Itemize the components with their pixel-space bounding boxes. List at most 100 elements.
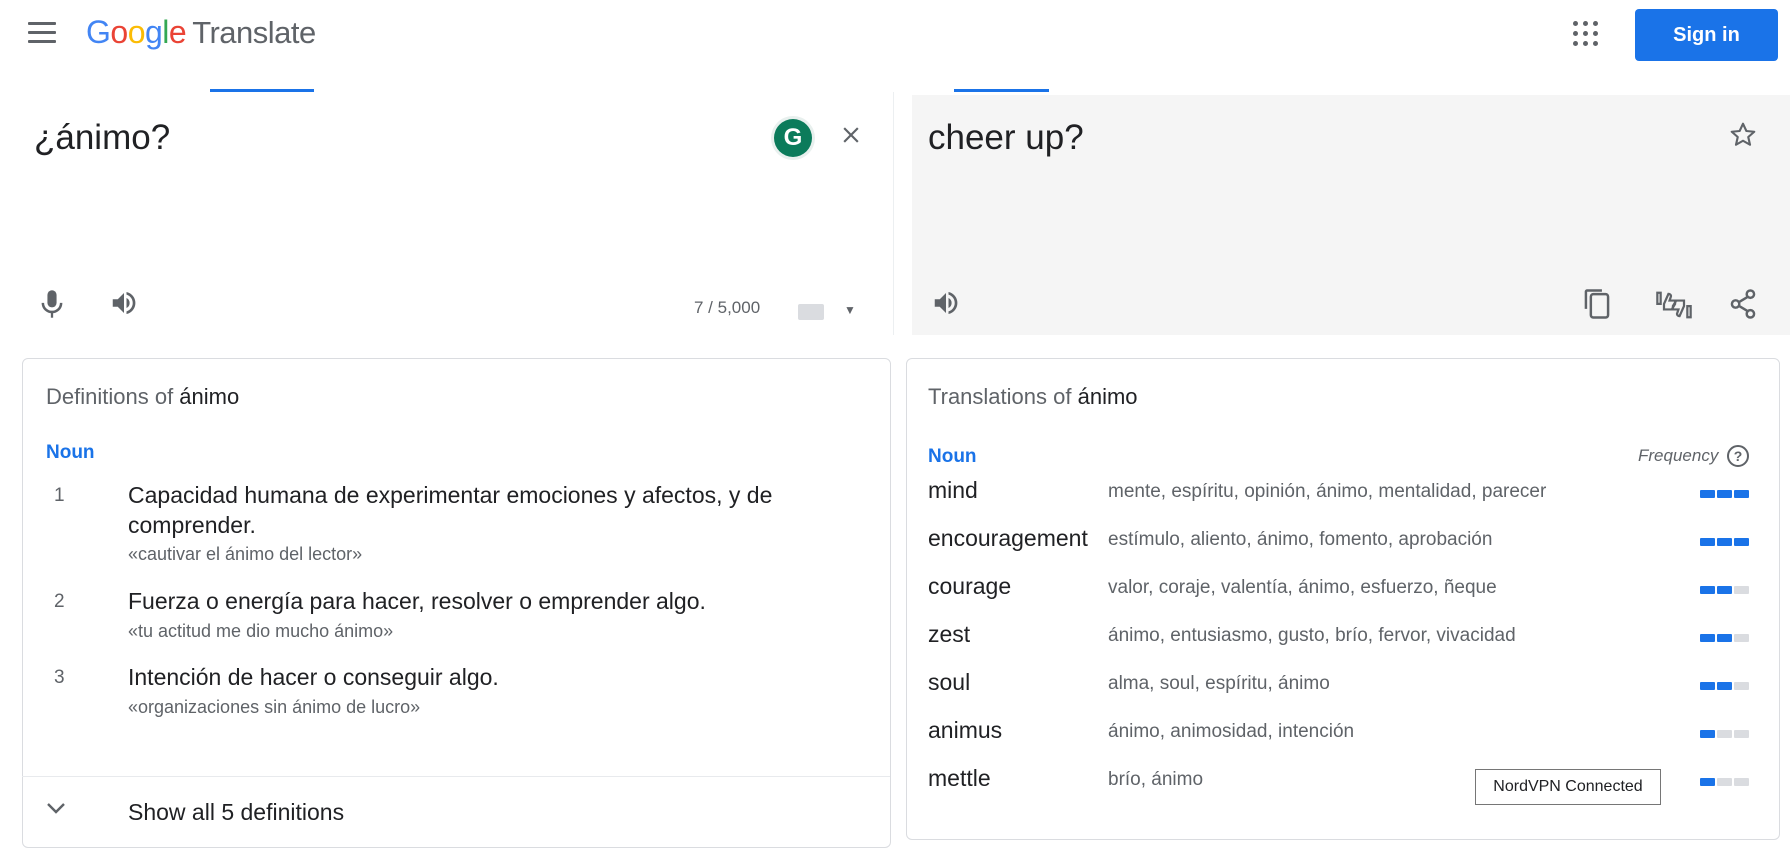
frequency-segment — [1717, 490, 1732, 498]
apps-dot — [1593, 21, 1598, 26]
apps-dot — [1573, 31, 1578, 36]
grammarly-icon[interactable]: G — [774, 119, 812, 157]
show-all-definitions-button[interactable]: Show all 5 definitions — [22, 777, 890, 845]
main-menu-icon[interactable] — [28, 22, 56, 44]
frequency-indicator — [1700, 538, 1752, 546]
vpn-status-tooltip: NordVPN Connected — [1475, 769, 1661, 805]
definitions-title-word: ánimo — [179, 384, 240, 409]
frequency-segment — [1700, 490, 1715, 498]
translation-word[interactable]: animus — [928, 717, 1002, 744]
translations-title-word: ánimo — [1077, 384, 1138, 409]
frequency-indicator — [1700, 634, 1752, 642]
translations-title: Translations of ánimo — [928, 384, 1138, 410]
source-text-input[interactable]: ¿ánimo? — [34, 118, 170, 158]
apps-dot — [1593, 41, 1598, 46]
apps-dot — [1573, 41, 1578, 46]
product-name: Translate — [192, 15, 316, 50]
translation-word[interactable]: encouragement — [928, 525, 1088, 552]
frequency-segment — [1734, 538, 1749, 546]
frequency-segment — [1700, 682, 1715, 690]
translation-synonyms[interactable]: ánimo, entusiasmo, gusto, brío, fervor, … — [1108, 625, 1516, 647]
definition-example: «organizaciones sin ánimo de lucro» — [128, 697, 421, 717]
listen-translation-icon[interactable] — [930, 288, 962, 323]
share-translation-icon[interactable] — [1728, 288, 1758, 325]
translation-word[interactable]: courage — [928, 573, 1011, 600]
frequency-segment — [1734, 682, 1749, 690]
translations-part-of-speech: Noun — [928, 446, 977, 467]
definitions-part-of-speech: Noun — [46, 442, 95, 463]
frequency-segment — [1717, 586, 1732, 594]
apps-dot — [1583, 41, 1588, 46]
save-translation-star-icon[interactable] — [1728, 120, 1758, 155]
sign-in-button[interactable]: Sign in — [1635, 9, 1778, 61]
definition-text: Fuerza o energía para hacer, resolver o … — [128, 588, 706, 614]
frequency-segment — [1717, 682, 1732, 690]
logo-letter: g — [144, 14, 163, 50]
frequency-segment — [1734, 634, 1749, 642]
copy-translation-icon[interactable] — [1582, 288, 1612, 325]
frequency-segment — [1700, 730, 1715, 738]
frequency-indicator — [1700, 682, 1752, 690]
translation-output: cheer up? — [928, 118, 1084, 157]
logo-letter: o — [110, 14, 128, 50]
definitions-title-prefix: Definitions of — [46, 384, 180, 409]
frequency-segment — [1734, 490, 1749, 498]
translation-word[interactable]: zest — [928, 621, 970, 648]
translations-card — [906, 358, 1780, 840]
translation-synonyms[interactable]: valor, coraje, valentía, ánimo, esfuerzo… — [1108, 577, 1497, 599]
microphone-icon[interactable] — [38, 288, 66, 325]
logo-letter: l — [162, 14, 169, 50]
frequency-indicator — [1700, 586, 1752, 594]
definition-example: «tu actitud me dio mucho ánimo» — [128, 621, 394, 641]
frequency-indicator — [1700, 778, 1752, 786]
translation-synonyms[interactable]: alma, soul, espíritu, ánimo — [1108, 673, 1330, 695]
frequency-label: Frequency — [1638, 446, 1719, 465]
rate-translation-icon[interactable] — [1654, 288, 1694, 327]
character-counter: 7 / 5,000 — [694, 298, 761, 317]
chevron-down-icon — [46, 801, 66, 820]
frequency-segment — [1717, 778, 1732, 786]
definition-number: 3 — [54, 667, 65, 688]
frequency-segment — [1717, 730, 1732, 738]
target-language-tab-indicator — [954, 89, 1049, 92]
frequency-segment — [1717, 538, 1732, 546]
definition-text: Intención de hacer o conseguir algo. — [128, 664, 499, 690]
translation-word[interactable]: soul — [928, 669, 970, 696]
definitions-title: Definitions of ánimo — [46, 384, 239, 410]
translation-synonyms[interactable]: mente, espíritu, opinión, ánimo, mentali… — [1108, 481, 1546, 503]
frequency-segment — [1700, 586, 1715, 594]
google-translate-logo[interactable]: Google Translate — [86, 14, 316, 51]
frequency-segment — [1734, 730, 1749, 738]
apps-dot — [1593, 31, 1598, 36]
definition-number: 1 — [54, 485, 65, 506]
apps-dot — [1573, 21, 1578, 26]
google-apps-icon[interactable] — [1573, 21, 1599, 47]
translation-synonyms[interactable]: estímulo, aliento, ánimo, fomento, aprob… — [1108, 529, 1492, 551]
help-icon[interactable]: ? — [1727, 445, 1749, 467]
logo-letter: e — [168, 14, 187, 50]
apps-dot — [1583, 31, 1588, 36]
frequency-indicator — [1700, 490, 1752, 498]
frequency-segment — [1734, 586, 1749, 594]
frequency-indicator — [1700, 730, 1752, 738]
logo-letter: G — [86, 14, 111, 50]
chevron-down-icon[interactable]: ▼ — [844, 303, 856, 317]
keyboard-icon[interactable] — [798, 304, 824, 320]
frequency-segment — [1700, 538, 1715, 546]
translation-word[interactable]: mind — [928, 477, 978, 504]
definition-example: «cautivar el ánimo del lector» — [128, 544, 363, 564]
definition-text: Capacidad humana de experimentar emocion… — [128, 482, 773, 538]
listen-source-icon[interactable] — [108, 288, 140, 323]
definition-number: 2 — [54, 591, 65, 612]
frequency-segment — [1700, 634, 1715, 642]
translation-synonyms[interactable]: brío, ánimo — [1108, 769, 1203, 791]
frequency-segment — [1700, 778, 1715, 786]
translation-word[interactable]: mettle — [928, 765, 991, 792]
translations-title-prefix: Translations of — [928, 384, 1078, 409]
translation-synonyms[interactable]: ánimo, animosidad, intención — [1108, 721, 1354, 743]
logo-letter: o — [127, 14, 146, 50]
show-all-definitions-label: Show all 5 definitions — [128, 799, 345, 825]
clear-text-icon[interactable] — [838, 122, 864, 153]
apps-dot — [1583, 21, 1588, 26]
frequency-segment — [1734, 778, 1749, 786]
